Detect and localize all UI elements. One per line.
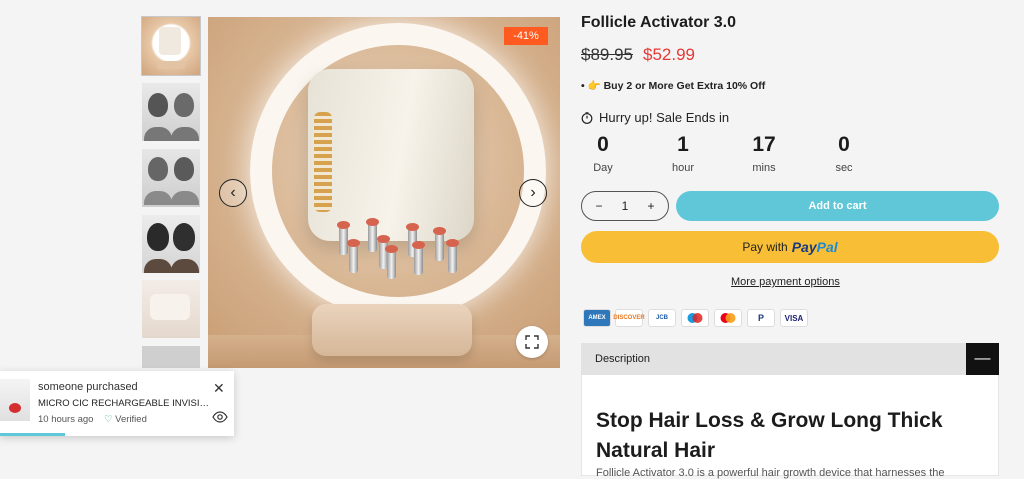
countdown-value: 0 bbox=[838, 133, 850, 156]
head-shape bbox=[148, 93, 168, 117]
countdown-days: 0 Day bbox=[578, 132, 628, 174]
popup-product-name[interactable]: MICRO CIC RECHARGEABLE INVISIBLE HEARING… bbox=[38, 398, 214, 409]
quick-view-button[interactable] bbox=[212, 409, 228, 425]
thumbnail-1[interactable] bbox=[141, 16, 201, 76]
countdown-unit: sec bbox=[835, 162, 853, 174]
discount-badge: -41% bbox=[504, 27, 548, 45]
pin bbox=[433, 227, 446, 261]
hand-shape bbox=[150, 294, 190, 320]
purchased-product-thumbnail[interactable] bbox=[0, 379, 30, 421]
shoulder-shape bbox=[171, 127, 199, 141]
device-grille bbox=[314, 112, 332, 212]
expand-icon bbox=[525, 335, 539, 349]
qty-plus-button[interactable]: + bbox=[642, 199, 660, 213]
popup-time: 10 hours ago bbox=[38, 414, 94, 425]
zoom-button[interactable] bbox=[516, 326, 548, 358]
prev-image-button[interactable]: ‹ bbox=[219, 179, 247, 207]
head-shape bbox=[174, 157, 194, 181]
qty-minus-button[interactable]: − bbox=[590, 199, 608, 213]
stopwatch-icon bbox=[581, 111, 593, 124]
product-title: Follicle Activator 3.0 bbox=[581, 14, 737, 31]
description-heading: Stop Hair Loss & Grow Long Thick Natural… bbox=[596, 409, 943, 462]
visa-card-icon: VISA bbox=[780, 309, 808, 327]
thumbnail-3[interactable] bbox=[142, 149, 200, 207]
eye-icon bbox=[212, 411, 228, 423]
countdown-value: 0 bbox=[597, 133, 609, 156]
qty-value[interactable]: 1 bbox=[616, 199, 634, 213]
promo-text: • 👉 Buy 2 or More Get Extra 10% Off bbox=[581, 80, 766, 92]
description-tab[interactable]: Description bbox=[581, 343, 999, 375]
recent-purchase-popup: someone purchased MICRO CIC RECHARGEABLE… bbox=[0, 371, 234, 436]
pin bbox=[347, 239, 360, 273]
base-shape bbox=[157, 61, 185, 69]
paypal-logo-pay: Pay bbox=[791, 239, 817, 255]
quantity-stepper[interactable]: − 1 + bbox=[581, 191, 669, 221]
popup-close-button[interactable]: ✕ bbox=[213, 380, 225, 397]
add-to-cart-button[interactable]: Add to cart bbox=[676, 191, 999, 221]
countdown-unit: Day bbox=[593, 162, 613, 174]
pin bbox=[337, 221, 350, 255]
hand-point-icon: 👉 bbox=[587, 80, 601, 92]
shoulder-shape bbox=[171, 259, 199, 273]
mastercard-card-icon bbox=[714, 309, 742, 327]
pin bbox=[366, 218, 379, 252]
thumbnail-4[interactable] bbox=[142, 215, 200, 273]
countdown-unit: mins bbox=[752, 162, 776, 174]
countdown-mins: 17 mins bbox=[739, 132, 789, 174]
paypal-button[interactable]: Pay with PayPal bbox=[581, 231, 999, 263]
pin bbox=[385, 245, 398, 279]
popup-progress-bar bbox=[0, 433, 65, 436]
shoulder-shape bbox=[144, 127, 172, 141]
countdown-hours: 1 hour bbox=[658, 132, 708, 174]
pin bbox=[446, 239, 459, 273]
old-price: $89.95 bbox=[581, 45, 633, 64]
promo-label: Buy 2 or More Get Extra 10% Off bbox=[603, 80, 766, 92]
thumbnail-6[interactable] bbox=[142, 346, 200, 368]
verified-badge: ♡ Verified bbox=[104, 414, 147, 425]
description-body: Follicle Activator 3.0 is a powerful hai… bbox=[596, 467, 945, 479]
more-payment-options-link[interactable]: More payment options bbox=[731, 276, 840, 288]
head-shape bbox=[148, 157, 168, 181]
collapse-button[interactable]: — bbox=[966, 343, 999, 375]
minus-icon: — bbox=[974, 350, 991, 367]
next-image-button[interactable]: › bbox=[519, 179, 547, 207]
countdown-heading: Hurry up! Sale Ends in bbox=[581, 110, 729, 125]
main-product-image: -41% ‹ › bbox=[208, 17, 560, 368]
device-body bbox=[308, 69, 474, 241]
jcb-card-icon: JCB bbox=[648, 309, 676, 327]
popup-heading: someone purchased bbox=[38, 381, 138, 393]
countdown-unit: hour bbox=[671, 162, 695, 174]
device-base bbox=[312, 304, 472, 356]
thumbnail-2[interactable] bbox=[142, 83, 200, 141]
countdown-heading-label: Hurry up! Sale Ends in bbox=[599, 110, 730, 125]
paypal-card-icon: P bbox=[747, 309, 775, 327]
chevron-left-icon: ‹ bbox=[230, 184, 236, 201]
close-icon: ✕ bbox=[213, 380, 225, 396]
head-shape bbox=[147, 223, 169, 251]
countdown-value: 1 bbox=[677, 133, 689, 156]
shield-check-icon: ♡ bbox=[104, 414, 113, 425]
amex-card-icon: AMEX bbox=[583, 309, 611, 327]
shoulder-shape bbox=[144, 259, 172, 273]
countdown-value: 17 bbox=[752, 133, 776, 156]
paypal-logo-pal: Pal bbox=[816, 239, 838, 255]
maestro-card-icon bbox=[681, 309, 709, 327]
paypal-logo: PayPal bbox=[792, 239, 838, 255]
discover-card-icon: DISCOVER bbox=[613, 309, 645, 327]
verified-label: Verified bbox=[115, 414, 147, 425]
countdown-secs: 0 sec bbox=[819, 132, 869, 174]
chevron-right-icon: › bbox=[530, 184, 536, 201]
head-shape bbox=[174, 93, 194, 117]
head-shape bbox=[173, 223, 195, 251]
sale-price: $52.99 bbox=[643, 45, 695, 64]
paypal-prefix: Pay with bbox=[742, 240, 788, 254]
device-shape bbox=[159, 27, 181, 55]
pin bbox=[412, 241, 425, 275]
shoulder-shape bbox=[171, 191, 199, 205]
shoulder-shape bbox=[144, 191, 172, 205]
thumbnail-5[interactable] bbox=[142, 280, 200, 338]
